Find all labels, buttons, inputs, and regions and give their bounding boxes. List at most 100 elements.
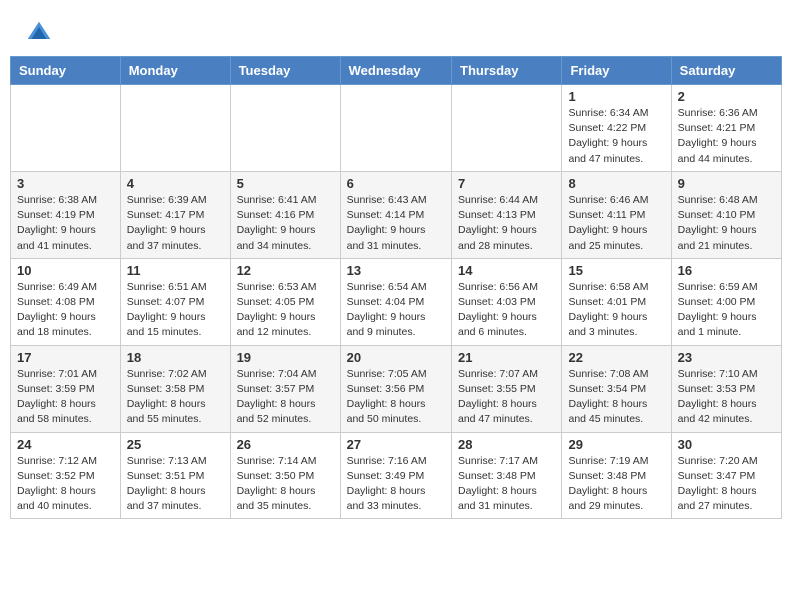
day-number: 16 <box>678 263 775 278</box>
calendar-cell: 10 Sunrise: 6:49 AM Sunset: 4:08 PM Dayli… <box>11 258 121 345</box>
day-number: 10 <box>17 263 114 278</box>
day-info: Sunrise: 7:12 AM Sunset: 3:52 PM Dayligh… <box>17 454 114 515</box>
calendar-cell: 13 Sunrise: 6:54 AM Sunset: 4:04 PM Dayli… <box>340 258 451 345</box>
col-header-saturday: Saturday <box>671 57 781 85</box>
day-info: Sunrise: 6:39 AM Sunset: 4:17 PM Dayligh… <box>127 193 224 254</box>
day-info: Sunrise: 7:17 AM Sunset: 3:48 PM Dayligh… <box>458 454 555 515</box>
day-info: Sunrise: 7:04 AM Sunset: 3:57 PM Dayligh… <box>237 367 334 428</box>
col-header-tuesday: Tuesday <box>230 57 340 85</box>
day-number: 4 <box>127 176 224 191</box>
calendar-cell: 17 Sunrise: 7:01 AM Sunset: 3:59 PM Dayli… <box>11 345 121 432</box>
day-number: 9 <box>678 176 775 191</box>
calendar-cell: 2 Sunrise: 6:36 AM Sunset: 4:21 PM Daylig… <box>671 85 781 172</box>
calendar-cell: 30 Sunrise: 7:20 AM Sunset: 3:47 PM Dayli… <box>671 432 781 519</box>
calendar-cell: 22 Sunrise: 7:08 AM Sunset: 3:54 PM Dayli… <box>562 345 671 432</box>
col-header-friday: Friday <box>562 57 671 85</box>
calendar-cell: 23 Sunrise: 7:10 AM Sunset: 3:53 PM Dayli… <box>671 345 781 432</box>
day-info: Sunrise: 7:10 AM Sunset: 3:53 PM Dayligh… <box>678 367 775 428</box>
day-info: Sunrise: 7:02 AM Sunset: 3:58 PM Dayligh… <box>127 367 224 428</box>
day-info: Sunrise: 6:48 AM Sunset: 4:10 PM Dayligh… <box>678 193 775 254</box>
calendar-cell <box>230 85 340 172</box>
logo <box>24 18 58 48</box>
page-header <box>0 0 792 56</box>
day-info: Sunrise: 7:13 AM Sunset: 3:51 PM Dayligh… <box>127 454 224 515</box>
day-info: Sunrise: 7:08 AM Sunset: 3:54 PM Dayligh… <box>568 367 664 428</box>
calendar-week-row: 17 Sunrise: 7:01 AM Sunset: 3:59 PM Dayli… <box>11 345 782 432</box>
calendar-cell: 18 Sunrise: 7:02 AM Sunset: 3:58 PM Dayli… <box>120 345 230 432</box>
day-info: Sunrise: 7:07 AM Sunset: 3:55 PM Dayligh… <box>458 367 555 428</box>
day-info: Sunrise: 6:41 AM Sunset: 4:16 PM Dayligh… <box>237 193 334 254</box>
day-number: 1 <box>568 89 664 104</box>
day-number: 13 <box>347 263 445 278</box>
day-number: 15 <box>568 263 664 278</box>
day-number: 21 <box>458 350 555 365</box>
day-info: Sunrise: 7:14 AM Sunset: 3:50 PM Dayligh… <box>237 454 334 515</box>
day-info: Sunrise: 6:59 AM Sunset: 4:00 PM Dayligh… <box>678 280 775 341</box>
day-number: 28 <box>458 437 555 452</box>
logo-icon <box>24 18 54 48</box>
day-number: 25 <box>127 437 224 452</box>
calendar-cell: 5 Sunrise: 6:41 AM Sunset: 4:16 PM Daylig… <box>230 171 340 258</box>
calendar-cell: 14 Sunrise: 6:56 AM Sunset: 4:03 PM Dayli… <box>452 258 562 345</box>
calendar-week-row: 24 Sunrise: 7:12 AM Sunset: 3:52 PM Dayli… <box>11 432 782 519</box>
calendar-cell: 4 Sunrise: 6:39 AM Sunset: 4:17 PM Daylig… <box>120 171 230 258</box>
calendar-cell: 7Sunrise: 6:44 AM Sunset: 4:13 PM Daylig… <box>452 171 562 258</box>
day-number: 17 <box>17 350 114 365</box>
calendar-cell: 28 Sunrise: 7:17 AM Sunset: 3:48 PM Dayli… <box>452 432 562 519</box>
day-info: Sunrise: 7:16 AM Sunset: 3:49 PM Dayligh… <box>347 454 445 515</box>
day-number: 23 <box>678 350 775 365</box>
calendar-table: SundayMondayTuesdayWednesdayThursdayFrid… <box>10 56 782 519</box>
calendar-cell: 8Sunrise: 6:46 AM Sunset: 4:11 PM Daylig… <box>562 171 671 258</box>
day-number: 5 <box>237 176 334 191</box>
day-number: 7 <box>458 176 555 191</box>
day-number: 2 <box>678 89 775 104</box>
day-number: 14 <box>458 263 555 278</box>
day-info: Sunrise: 7:05 AM Sunset: 3:56 PM Dayligh… <box>347 367 445 428</box>
calendar-cell: 25 Sunrise: 7:13 AM Sunset: 3:51 PM Dayli… <box>120 432 230 519</box>
day-number: 11 <box>127 263 224 278</box>
day-info: Sunrise: 6:38 AM Sunset: 4:19 PM Dayligh… <box>17 193 114 254</box>
calendar-week-row: 3Sunrise: 6:38 AM Sunset: 4:19 PM Daylig… <box>11 171 782 258</box>
calendar-cell <box>340 85 451 172</box>
day-info: Sunrise: 6:46 AM Sunset: 4:11 PM Dayligh… <box>568 193 664 254</box>
calendar-header-row: SundayMondayTuesdayWednesdayThursdayFrid… <box>11 57 782 85</box>
day-info: Sunrise: 6:51 AM Sunset: 4:07 PM Dayligh… <box>127 280 224 341</box>
calendar-cell <box>452 85 562 172</box>
day-number: 27 <box>347 437 445 452</box>
calendar-cell: 19Sunrise: 7:04 AM Sunset: 3:57 PM Dayli… <box>230 345 340 432</box>
calendar-cell: 6Sunrise: 6:43 AM Sunset: 4:14 PM Daylig… <box>340 171 451 258</box>
calendar-cell: 11 Sunrise: 6:51 AM Sunset: 4:07 PM Dayli… <box>120 258 230 345</box>
calendar-cell: 29Sunrise: 7:19 AM Sunset: 3:48 PM Dayli… <box>562 432 671 519</box>
calendar-wrapper: SundayMondayTuesdayWednesdayThursdayFrid… <box>0 56 792 529</box>
day-info: Sunrise: 6:58 AM Sunset: 4:01 PM Dayligh… <box>568 280 664 341</box>
day-info: Sunrise: 6:53 AM Sunset: 4:05 PM Dayligh… <box>237 280 334 341</box>
calendar-cell: 3Sunrise: 6:38 AM Sunset: 4:19 PM Daylig… <box>11 171 121 258</box>
day-number: 18 <box>127 350 224 365</box>
day-number: 22 <box>568 350 664 365</box>
calendar-cell: 26 Sunrise: 7:14 AM Sunset: 3:50 PM Dayli… <box>230 432 340 519</box>
calendar-cell: 20Sunrise: 7:05 AM Sunset: 3:56 PM Dayli… <box>340 345 451 432</box>
day-number: 24 <box>17 437 114 452</box>
calendar-cell: 1 Sunrise: 6:34 AM Sunset: 4:22 PM Daylig… <box>562 85 671 172</box>
calendar-week-row: 1 Sunrise: 6:34 AM Sunset: 4:22 PM Daylig… <box>11 85 782 172</box>
day-info: Sunrise: 7:01 AM Sunset: 3:59 PM Dayligh… <box>17 367 114 428</box>
calendar-week-row: 10 Sunrise: 6:49 AM Sunset: 4:08 PM Dayli… <box>11 258 782 345</box>
day-number: 29 <box>568 437 664 452</box>
calendar-cell: 24 Sunrise: 7:12 AM Sunset: 3:52 PM Dayli… <box>11 432 121 519</box>
day-number: 30 <box>678 437 775 452</box>
col-header-wednesday: Wednesday <box>340 57 451 85</box>
calendar-cell: 16 Sunrise: 6:59 AM Sunset: 4:00 PM Dayli… <box>671 258 781 345</box>
calendar-cell <box>120 85 230 172</box>
calendar-cell: 9 Sunrise: 6:48 AM Sunset: 4:10 PM Daylig… <box>671 171 781 258</box>
calendar-cell <box>11 85 121 172</box>
day-info: Sunrise: 7:20 AM Sunset: 3:47 PM Dayligh… <box>678 454 775 515</box>
day-info: Sunrise: 6:36 AM Sunset: 4:21 PM Dayligh… <box>678 106 775 167</box>
day-info: Sunrise: 6:34 AM Sunset: 4:22 PM Dayligh… <box>568 106 664 167</box>
day-info: Sunrise: 6:43 AM Sunset: 4:14 PM Dayligh… <box>347 193 445 254</box>
day-info: Sunrise: 6:49 AM Sunset: 4:08 PM Dayligh… <box>17 280 114 341</box>
calendar-cell: 15 Sunrise: 6:58 AM Sunset: 4:01 PM Dayli… <box>562 258 671 345</box>
col-header-monday: Monday <box>120 57 230 85</box>
day-info: Sunrise: 6:56 AM Sunset: 4:03 PM Dayligh… <box>458 280 555 341</box>
day-info: Sunrise: 6:54 AM Sunset: 4:04 PM Dayligh… <box>347 280 445 341</box>
day-number: 26 <box>237 437 334 452</box>
